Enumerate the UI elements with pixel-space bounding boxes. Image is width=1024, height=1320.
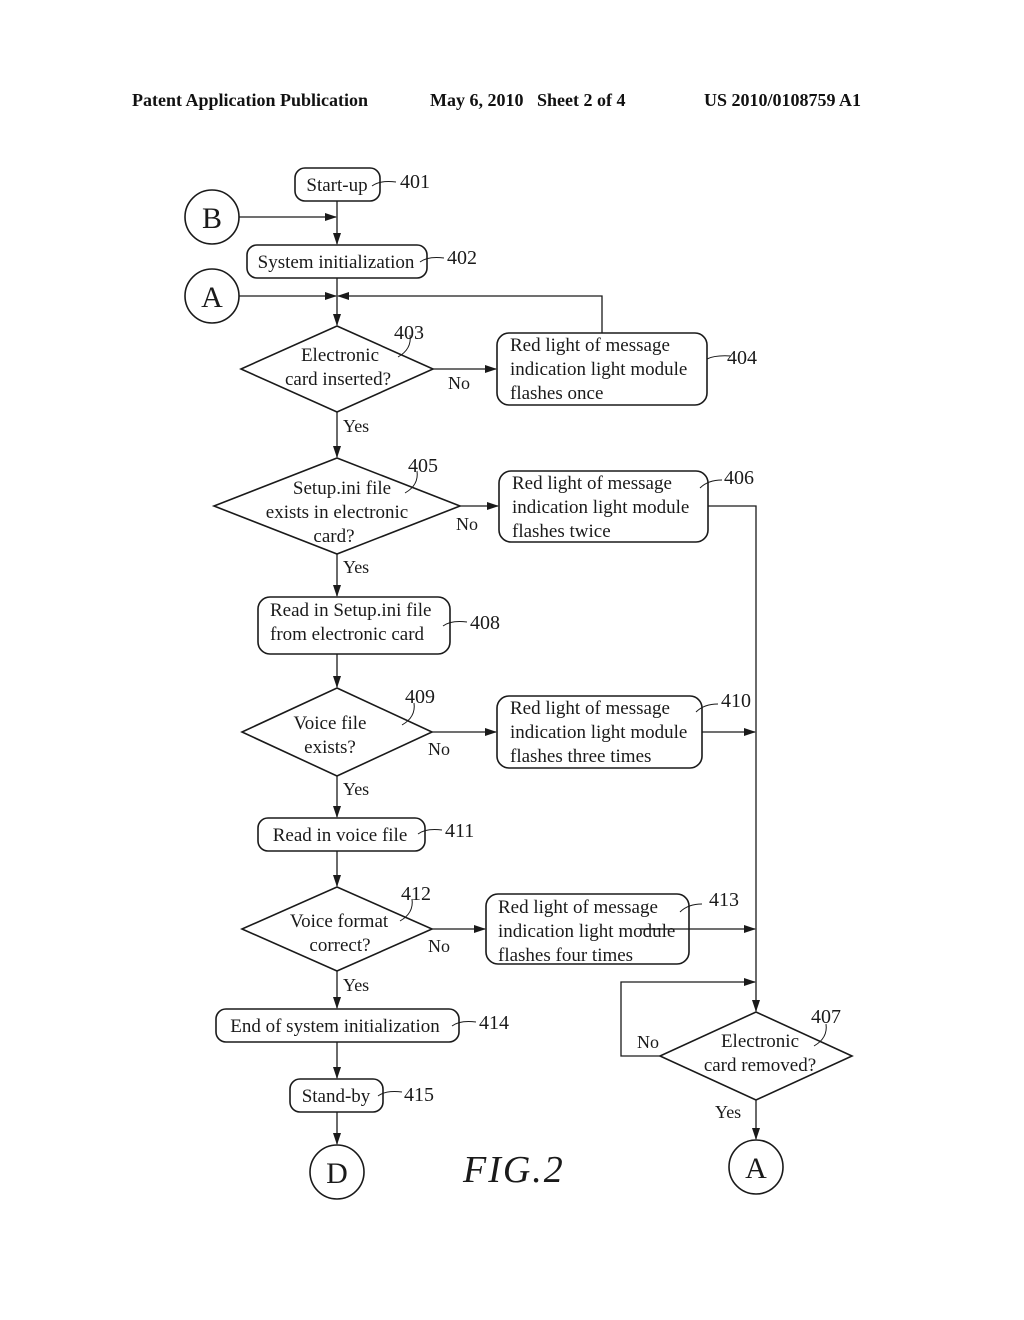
node-412-label-2: correct? xyxy=(309,935,370,956)
label-412-no: No xyxy=(428,936,450,956)
node-404-label-3: flashes once xyxy=(510,383,603,404)
node-410-label-2: indication light module xyxy=(510,722,687,743)
label-407-no: No xyxy=(637,1032,659,1052)
node-404-label-2: indication light module xyxy=(510,359,687,380)
node-406-label-2: indication light module xyxy=(512,497,689,518)
node-413-label-3: flashes four times xyxy=(498,945,633,966)
connector-a-top-letter: A xyxy=(201,281,223,314)
label-409-yes: Yes xyxy=(343,779,369,799)
label-409-no: No xyxy=(428,739,450,759)
ref-401: 401 xyxy=(400,171,430,193)
node-412-label-1: Voice format xyxy=(290,911,389,932)
figure-label: FIG.2 xyxy=(462,1149,565,1191)
node-408-label-1: Read in Setup.ini file xyxy=(270,600,431,621)
node-401-label: Start-up xyxy=(306,175,367,196)
node-411-label: Read in voice file xyxy=(273,825,408,846)
ref-410: 410 xyxy=(721,690,751,712)
ref-406: 406 xyxy=(724,467,754,489)
ref-414: 414 xyxy=(479,1012,509,1034)
label-405-no: No xyxy=(456,514,478,534)
ref-413: 413 xyxy=(709,889,739,911)
ref-405: 405 xyxy=(408,455,438,477)
node-403-label-1: Electronic xyxy=(301,345,379,366)
node-406-label-3: flashes twice xyxy=(512,521,611,542)
ref-407: 407 xyxy=(811,1006,841,1028)
ref-404: 404 xyxy=(727,347,757,369)
label-403-no: No xyxy=(448,373,470,393)
connector-a-bottom-letter: A xyxy=(745,1152,767,1185)
node-415-label: Stand-by xyxy=(302,1086,371,1107)
ref-402: 402 xyxy=(447,247,477,269)
edge-406-right xyxy=(708,505,760,1012)
node-403-label-2: card inserted? xyxy=(285,369,391,390)
node-413-label-2: indication light module xyxy=(498,921,675,942)
ref-411: 411 xyxy=(445,820,474,842)
node-408-label-2: from electronic card xyxy=(270,624,425,645)
ref-409: 409 xyxy=(405,686,435,708)
node-405-label-3: card? xyxy=(313,526,354,547)
ref-412: 412 xyxy=(401,883,431,905)
node-410-label-1: Red light of message xyxy=(510,698,670,719)
node-413-label-1: Red light of message xyxy=(498,897,658,918)
ref-403: 403 xyxy=(394,322,424,344)
node-414-label: End of system initialization xyxy=(230,1016,440,1037)
node-409-label-1: Voice file xyxy=(294,713,367,734)
ref-415: 415 xyxy=(404,1084,434,1106)
edge-404-loop xyxy=(337,292,603,333)
label-407-yes: Yes xyxy=(715,1102,741,1122)
node-404-label-1: Red light of message xyxy=(510,335,670,356)
node-402-label: System initialization xyxy=(258,252,415,273)
label-405-yes: Yes xyxy=(343,557,369,577)
node-410-label-3: flashes three times xyxy=(510,746,651,767)
node-406-label-1: Red light of message xyxy=(512,473,672,494)
connector-d-letter: D xyxy=(326,1157,348,1190)
connector-b-letter: B xyxy=(202,202,222,235)
node-409-label-2: exists? xyxy=(304,737,356,758)
ref-408: 408 xyxy=(470,612,500,634)
node-405-label-2: exists in electronic xyxy=(266,502,408,523)
flowchart: Start-up System initialization Electroni… xyxy=(184,167,854,1200)
node-405-label-1: Setup.ini file xyxy=(293,478,391,499)
label-412-yes: Yes xyxy=(343,975,369,995)
label-403-yes: Yes xyxy=(343,416,369,436)
node-407-label-2: card removed? xyxy=(704,1055,816,1076)
node-407-label-1: Electronic xyxy=(721,1031,799,1052)
